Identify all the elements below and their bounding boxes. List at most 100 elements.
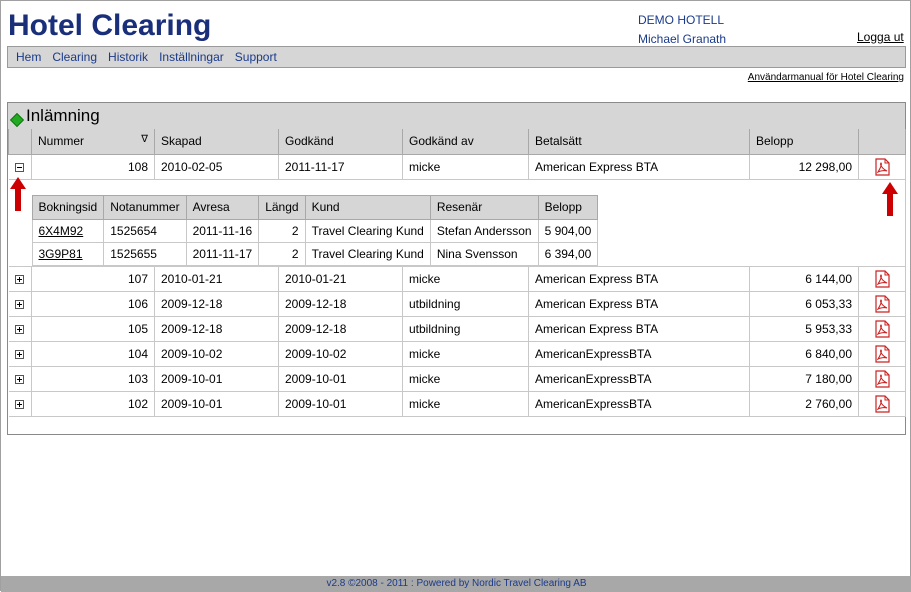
cell-nummer: 108 xyxy=(31,154,155,180)
cell-betalsatt: American Express BTA xyxy=(528,291,750,317)
pdf-button[interactable] xyxy=(858,316,906,342)
cell-skapad: 2009-10-01 xyxy=(154,391,279,417)
plus-box-icon[interactable] xyxy=(15,374,25,384)
panel-header: Inlämning xyxy=(8,103,905,129)
cell-nummer: 103 xyxy=(31,366,155,392)
pdf-button[interactable] xyxy=(858,366,906,392)
booking-resenar: Nina Svensson xyxy=(429,241,539,266)
booking-header: Bokningsid Notanummer Avresa Längd Kund Resen… xyxy=(31,194,599,220)
booking-id-link[interactable]: 6X4M92 xyxy=(31,218,105,243)
pdf-icon[interactable] xyxy=(873,294,891,313)
plus-box-icon[interactable] xyxy=(15,349,25,359)
logout-link[interactable]: Logga ut xyxy=(857,30,904,44)
green-diamond-icon xyxy=(9,112,25,128)
plus-box-icon[interactable] xyxy=(15,399,25,409)
booking-kund: Travel Clearing Kund xyxy=(304,218,431,243)
pdf-icon[interactable] xyxy=(873,157,891,176)
booking-header-cell: Bokningsid xyxy=(31,194,105,220)
pdf-button[interactable] xyxy=(858,341,906,367)
cell-nummer: 106 xyxy=(31,291,155,317)
booking-table: Bokningsid Notanummer Avresa Längd Kund Resen… xyxy=(31,194,599,266)
booking-row: 3G9P81 1525655 2011-11-17 2 Travel Clearing … xyxy=(31,241,599,266)
pdf-icon[interactable] xyxy=(873,394,891,413)
app-title: Hotel Clearing xyxy=(8,9,212,42)
booking-header-cell: Belopp xyxy=(537,194,599,220)
pdf-icon[interactable] xyxy=(873,319,891,338)
header-skapad[interactable]: Skapad xyxy=(154,129,279,155)
booking-notanummer: 1525654 xyxy=(103,218,187,243)
cell-godkand: 2009-10-01 xyxy=(278,391,403,417)
row-toggle[interactable] xyxy=(8,291,32,317)
hotel-info: DEMO HOTELL Michael Granath xyxy=(638,11,726,49)
header-godkand[interactable]: Godkänd xyxy=(278,129,403,155)
pdf-button[interactable] xyxy=(858,154,906,180)
booking-belopp: 6 394,00 xyxy=(537,241,599,266)
cell-nummer: 107 xyxy=(31,266,155,292)
header-betalsatt[interactable]: Betalsätt xyxy=(528,129,750,155)
red-arrow-icon xyxy=(10,177,26,211)
plus-box-icon[interactable] xyxy=(15,274,25,284)
cell-godkand-av: micke xyxy=(402,341,529,367)
header-action xyxy=(858,129,906,155)
cell-belopp: 6 840,00 xyxy=(749,341,859,367)
row-toggle[interactable] xyxy=(8,316,32,342)
menu-item-historik[interactable]: Historik xyxy=(108,50,148,64)
pdf-button[interactable] xyxy=(858,266,906,292)
cell-godkand-av: micke xyxy=(402,154,529,180)
cell-godkand-av: micke xyxy=(402,391,529,417)
row-toggle[interactable] xyxy=(8,341,32,367)
cell-skapad: 2009-12-18 xyxy=(154,316,279,342)
cell-belopp: 5 953,33 xyxy=(749,316,859,342)
cell-betalsatt: AmericanExpressBTA xyxy=(528,366,750,392)
booking-header-cell: Resenär xyxy=(429,194,539,220)
manual-link[interactable]: Användarmanual för Hotel Clearing xyxy=(748,72,904,83)
row-toggle[interactable] xyxy=(8,366,32,392)
pdf-button[interactable] xyxy=(858,291,906,317)
plus-box-icon[interactable] xyxy=(15,324,25,334)
table-row: 102 2009-10-01 2009-10-01 micke AmericanExpr… xyxy=(8,391,906,417)
cell-godkand-av: micke xyxy=(402,366,529,392)
sort-desc-icon: ∇ xyxy=(141,134,148,146)
cell-belopp: 2 760,00 xyxy=(749,391,859,417)
cell-skapad: 2010-01-21 xyxy=(154,266,279,292)
table-row: 107 2010-01-21 2010-01-21 micke American Exp… xyxy=(8,266,906,292)
cell-skapad: 2009-10-01 xyxy=(154,366,279,392)
menu-item-support[interactable]: Support xyxy=(235,50,277,64)
cell-godkand-av: utbildning xyxy=(402,316,529,342)
booking-belopp: 5 904,00 xyxy=(537,218,599,243)
cell-nummer: 104 xyxy=(31,341,155,367)
cell-nummer: 102 xyxy=(31,391,155,417)
cell-belopp: 6 053,33 xyxy=(749,291,859,317)
header-godkand-av[interactable]: Godkänd av xyxy=(402,129,529,155)
header-belopp[interactable]: Belopp xyxy=(749,129,859,155)
hotel-name: DEMO HOTELL xyxy=(638,13,725,27)
pdf-icon[interactable] xyxy=(873,344,891,363)
cell-belopp: 7 180,00 xyxy=(749,366,859,392)
cell-godkand: 2010-01-21 xyxy=(278,266,403,292)
submission-panel: Inlämning Nummer ∇ Skapad Godkänd Godkänd… xyxy=(7,102,906,435)
cell-skapad: 2009-12-18 xyxy=(154,291,279,317)
cell-godkand-av: utbildning xyxy=(402,291,529,317)
table-row: 105 2009-12-18 2009-12-18 utbildning America… xyxy=(8,316,906,342)
header-nummer[interactable]: Nummer ∇ xyxy=(31,129,155,155)
menu-bar: Hem Clearing Historik Inställningar Supp… xyxy=(7,46,906,68)
footer: v2.8 ©2008 - 2011 : Powered by Nordic Tr… xyxy=(1,576,911,592)
cell-betalsatt: American Express BTA xyxy=(528,154,750,180)
cell-godkand: 2009-12-18 xyxy=(278,291,403,317)
menu-item-clearing[interactable]: Clearing xyxy=(52,50,97,64)
row-toggle[interactable] xyxy=(8,391,32,417)
menu-item-installningar[interactable]: Inställningar xyxy=(159,50,224,64)
pdf-icon[interactable] xyxy=(873,269,891,288)
pdf-icon[interactable] xyxy=(873,369,891,388)
cell-skapad: 2010-02-05 xyxy=(154,154,279,180)
booking-id-link[interactable]: 3G9P81 xyxy=(31,241,105,266)
cell-godkand: 2011-11-17 xyxy=(278,154,403,180)
table-row: 104 2009-10-02 2009-10-02 micke AmericanExpr… xyxy=(8,341,906,367)
pdf-button[interactable] xyxy=(858,391,906,417)
detail-cell: Bokningsid Notanummer Avresa Längd Kund Resen… xyxy=(8,179,906,267)
menu-item-hem[interactable]: Hem xyxy=(16,50,41,64)
minus-box-icon[interactable] xyxy=(15,162,25,172)
row-toggle[interactable] xyxy=(8,154,32,180)
row-toggle[interactable] xyxy=(8,266,32,292)
plus-box-icon[interactable] xyxy=(15,299,25,309)
